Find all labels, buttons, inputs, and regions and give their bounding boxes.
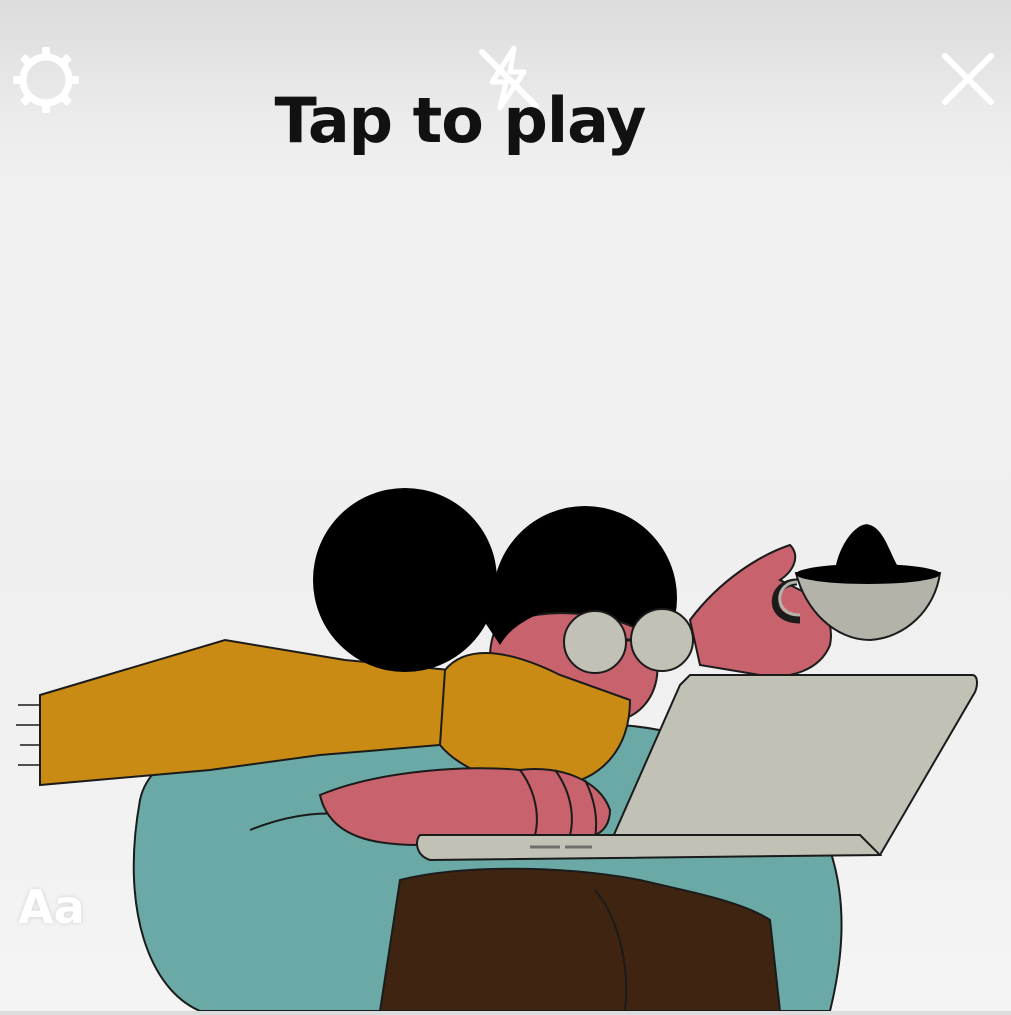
- animated-illustration[interactable]: [0, 470, 1011, 1012]
- tap-to-play-prompt[interactable]: Tap to play: [0, 84, 920, 157]
- close-icon[interactable]: [935, 46, 1001, 112]
- text-tool-button[interactable]: Aa: [18, 880, 85, 934]
- top-toolbar: Tap to play: [0, 0, 1011, 180]
